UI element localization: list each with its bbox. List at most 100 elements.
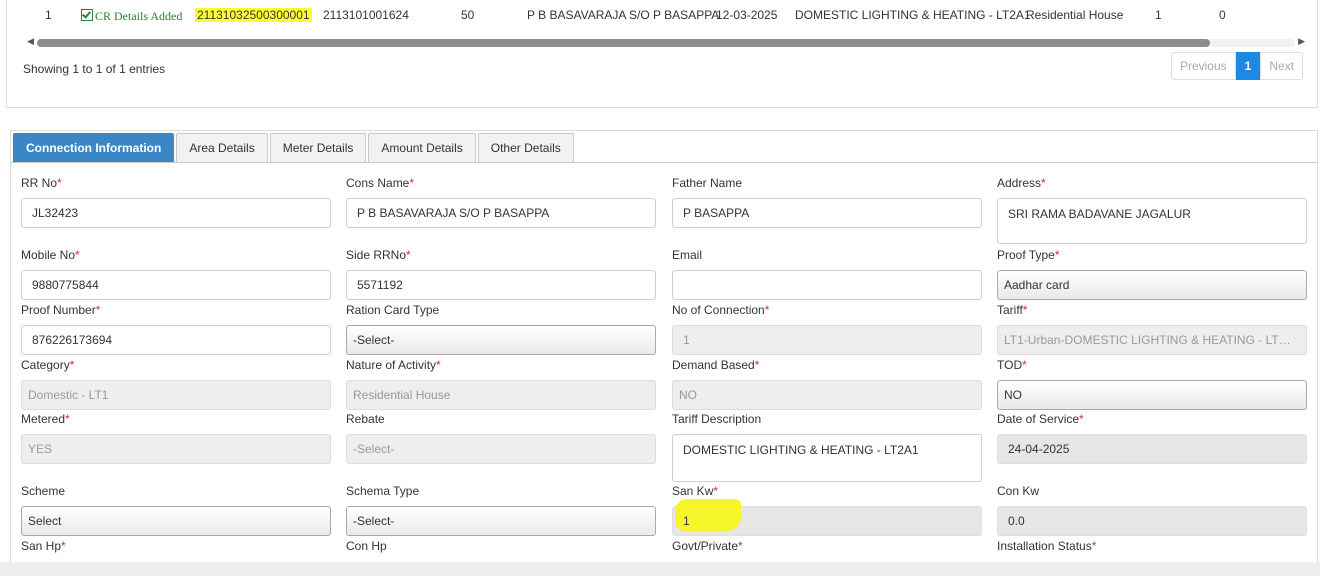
horizontal-scrollbar[interactable]: ◀ ▶	[23, 36, 1309, 48]
proof-type-select[interactable]: Aadhar card	[997, 270, 1307, 300]
ration-card-select[interactable]: -Select-	[346, 325, 656, 355]
san-hp-label: San Hp*	[21, 539, 66, 553]
san-kw-field[interactable]: 1	[672, 499, 982, 536]
schema-type-select[interactable]: -Select-	[346, 506, 656, 536]
email-group: Email	[672, 247, 982, 300]
rr-no-group: RR No* JL32423	[21, 175, 331, 228]
con-hp-label: Con Hp	[346, 539, 387, 553]
no-connection-group: No of Connection* 1	[672, 302, 982, 355]
nature-select[interactable]: Residential House	[346, 380, 656, 410]
san-hp-group: San Hp*	[21, 538, 331, 554]
page-1-button[interactable]: 1	[1235, 52, 1261, 80]
nature-label: Nature of Activity*	[346, 358, 441, 372]
cons-name-label: Cons Name*	[346, 176, 415, 190]
tab-meter-details[interactable]: Meter Details	[269, 133, 367, 163]
govt-private-label: Govt/Private*	[672, 539, 743, 553]
installation-status-group: Installation Status*	[997, 538, 1307, 554]
table-row[interactable]: 1 CR Details Added 21131032500300001 211…	[7, 0, 1317, 32]
tab-area-details[interactable]: Area Details	[176, 133, 268, 163]
proof-number-field[interactable]: 876226173694	[21, 325, 331, 355]
tod-group: TOD* NO	[997, 357, 1307, 410]
scroll-track[interactable]	[37, 39, 1295, 47]
tab-amount-details[interactable]: Amount Details	[368, 133, 476, 163]
next-button[interactable]: Next	[1260, 52, 1303, 80]
con-hp-group: Con Hp	[346, 538, 656, 554]
application-number[interactable]: 21131032500300001	[195, 8, 312, 22]
no-connection-field[interactable]: 1	[672, 325, 982, 355]
con-kw-field[interactable]: 0.0	[997, 506, 1307, 536]
cons-name-group: Cons Name* P B BASAVARAJA S/O P BASAPPA	[346, 175, 656, 228]
results-panel: 1 CR Details Added 21131032500300001 211…	[6, 0, 1318, 108]
proof-number-group: Proof Number* 876226173694	[21, 302, 331, 355]
category-group: Category* Domestic - LT1	[21, 357, 331, 410]
scheme-select[interactable]: Select	[21, 506, 331, 536]
father-name-group: Father Name P BASAPPA	[672, 175, 982, 228]
con-kw-label: Con Kw	[997, 484, 1040, 498]
rr-no-label: RR No*	[21, 176, 62, 190]
scheme-label: Scheme	[21, 484, 66, 498]
tariff-group: Tariff* LT1-Urban-DOMESTIC LIGHTING & HE…	[997, 302, 1307, 355]
metered-select[interactable]: YES	[21, 434, 331, 464]
scheme-group: Scheme Select	[21, 483, 331, 536]
row-count-2: 0	[1219, 8, 1226, 22]
tab-other-details[interactable]: Other Details	[477, 133, 574, 163]
demand-based-group: Demand Based* NO	[672, 357, 982, 410]
date-of-service-field[interactable]: 24-04-2025	[997, 434, 1307, 464]
address-field[interactable]: SRI RAMA BADAVANE JAGALUR	[997, 198, 1307, 244]
side-rrno-group: Side RRNo* 5571192	[346, 247, 656, 300]
father-name-field[interactable]: P BASAPPA	[672, 198, 982, 228]
bottom-scroll-strip	[0, 562, 1320, 576]
tariff-select[interactable]: LT1-Urban-DOMESTIC LIGHTING & HEATING - …	[997, 325, 1307, 355]
rebate-select[interactable]: -Select-	[346, 434, 656, 464]
tab-connection-information[interactable]: Connection Information	[13, 133, 175, 163]
showing-entries-text: Showing 1 to 1 of 1 entries	[23, 62, 166, 76]
email-field[interactable]	[672, 270, 982, 300]
tod-select[interactable]: NO	[997, 380, 1307, 410]
rebate-label: Rebate	[346, 412, 385, 426]
scroll-right-icon[interactable]: ▶	[1298, 36, 1305, 47]
demand-based-select[interactable]: NO	[672, 380, 982, 410]
rebate-group: Rebate -Select-	[346, 411, 656, 464]
metered-label: Metered*	[21, 412, 70, 426]
category-label: Category*	[21, 358, 75, 372]
con-kw-group: Con Kw 0.0	[997, 483, 1307, 536]
tod-label: TOD*	[997, 358, 1027, 372]
proof-number-label: Proof Number*	[21, 303, 101, 317]
row-date: 12-03-2025	[716, 8, 778, 22]
rr-no-field[interactable]: JL32423	[21, 198, 331, 228]
installation-status-label: Installation Status*	[997, 539, 1097, 553]
san-kw-label: San Kw*	[672, 484, 719, 498]
side-rrno-field[interactable]: 5571192	[346, 270, 656, 300]
mobile-no-group: Mobile No* 9880775844	[21, 247, 331, 300]
tariff-label: Tariff*	[997, 303, 1028, 317]
schema-type-label: Schema Type	[346, 484, 420, 498]
date-of-service-group: Date of Service* 24-04-2025	[997, 411, 1307, 464]
cons-name-field[interactable]: P B BASAVARAJA S/O P BASAPPA	[346, 198, 656, 228]
scroll-left-icon[interactable]: ◀	[27, 36, 34, 47]
address-label: Address*	[997, 176, 1046, 190]
status-cell: CR Details Added	[81, 8, 182, 24]
pagination: Previous 1 Next	[1170, 52, 1303, 80]
tab-divider	[11, 162, 1317, 163]
no-connection-label: No of Connection*	[672, 303, 770, 317]
status-text: CR Details Added	[95, 9, 183, 23]
row-serial: 1	[45, 8, 52, 22]
mobile-no-label: Mobile No*	[21, 248, 80, 262]
tariff-description-group: Tariff Description DOMESTIC LIGHTING & H…	[672, 411, 982, 482]
consumer-name: P B BASAVARAJA S/O P BASAPPA	[527, 8, 720, 22]
proof-type-label: Proof Type*	[997, 248, 1060, 262]
side-rrno-label: Side RRNo*	[346, 248, 411, 262]
account-id: 2113101001624	[323, 8, 409, 22]
ration-card-group: Ration Card Type -Select-	[346, 302, 656, 355]
category-select[interactable]: Domestic - LT1	[21, 380, 331, 410]
address-group: Address* SRI RAMA BADAVANE JAGALUR	[997, 175, 1307, 244]
mobile-no-field[interactable]: 9880775844	[21, 270, 331, 300]
email-label: Email	[672, 248, 703, 262]
san-kw-value: 1	[683, 514, 690, 528]
tariff-description-field[interactable]: DOMESTIC LIGHTING & HEATING - LT2A1	[672, 434, 982, 482]
scroll-thumb[interactable]	[37, 39, 1210, 47]
govt-private-group: Govt/Private*	[672, 538, 982, 554]
father-name-label: Father Name	[672, 176, 743, 190]
checkbox-check-icon	[81, 9, 93, 21]
previous-button[interactable]: Previous	[1170, 52, 1236, 80]
